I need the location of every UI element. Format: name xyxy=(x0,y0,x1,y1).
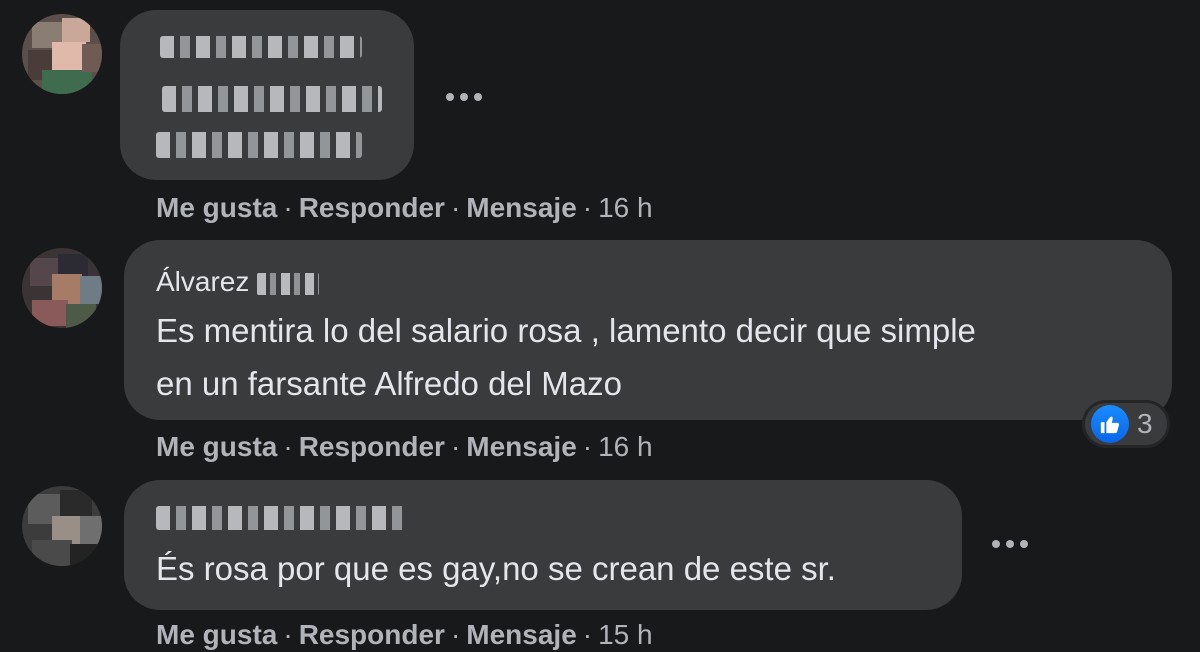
message-action[interactable]: Mensaje xyxy=(466,431,577,462)
comment-actions: Me gusta · Responder · Mensaje · 16 h xyxy=(156,431,653,463)
redacted-author xyxy=(156,506,408,530)
like-action[interactable]: Me gusta xyxy=(156,192,277,223)
redacted-text-line xyxy=(156,132,362,158)
comment-author[interactable]: Álvarez xyxy=(156,266,320,298)
comment-thread: Me gusta · Responder · Mensaje · 16 h Álvarez … xyxy=(0,0,1200,652)
reaction-count: 3 xyxy=(1137,408,1153,439)
avatar[interactable] xyxy=(22,486,102,566)
like-action[interactable]: Me gusta xyxy=(156,431,277,462)
separator: · xyxy=(283,431,293,462)
avatar[interactable] xyxy=(22,248,102,328)
message-action[interactable]: Mensaje xyxy=(466,192,577,223)
comment-actions: Me gusta · Responder · Mensaje · 15 h xyxy=(156,619,653,651)
comment-bubble: Álvarez Es mentira lo del salario rosa ,… xyxy=(124,240,1172,420)
reaction-summary[interactable]: 3 xyxy=(1082,400,1170,448)
thumbs-up-icon xyxy=(1091,405,1129,443)
comment-text-line: en un farsante Alfredo del Mazo xyxy=(156,365,622,402)
comment-actions: Me gusta · Responder · Mensaje · 16 h xyxy=(156,192,653,224)
redacted-text-line xyxy=(162,86,382,112)
timestamp[interactable]: 15 h xyxy=(598,619,653,650)
timestamp[interactable]: 16 h xyxy=(598,431,653,462)
author-name: Álvarez xyxy=(156,266,250,297)
more-options-icon[interactable] xyxy=(446,90,482,104)
separator: · xyxy=(450,619,461,650)
comment-text-line: És rosa por que es gay,no se crean de es… xyxy=(156,550,836,587)
more-options-icon[interactable] xyxy=(992,537,1028,551)
separator: · xyxy=(582,431,593,462)
separator: · xyxy=(283,192,293,223)
redacted-author xyxy=(160,36,362,58)
comment-text-line: Es mentira lo del salario rosa , lamento… xyxy=(156,312,976,349)
separator: · xyxy=(582,192,593,223)
comment-text: Es mentira lo del salario rosa , lamento… xyxy=(156,304,976,410)
comment-text: És rosa por que es gay,no se crean de es… xyxy=(156,542,836,595)
separator: · xyxy=(450,431,461,462)
like-action[interactable]: Me gusta xyxy=(156,619,277,650)
comment-bubble: És rosa por que es gay,no se crean de es… xyxy=(124,480,962,610)
reply-action[interactable]: Responder xyxy=(299,431,445,462)
separator: · xyxy=(582,619,593,650)
separator: · xyxy=(450,192,461,223)
reply-action[interactable]: Responder xyxy=(299,192,445,223)
separator: · xyxy=(283,619,293,650)
redacted-surname xyxy=(257,272,320,295)
message-action[interactable]: Mensaje xyxy=(466,619,577,650)
avatar[interactable] xyxy=(22,14,102,94)
reply-action[interactable]: Responder xyxy=(299,619,445,650)
timestamp[interactable]: 16 h xyxy=(598,192,653,223)
comment-bubble xyxy=(120,10,414,180)
